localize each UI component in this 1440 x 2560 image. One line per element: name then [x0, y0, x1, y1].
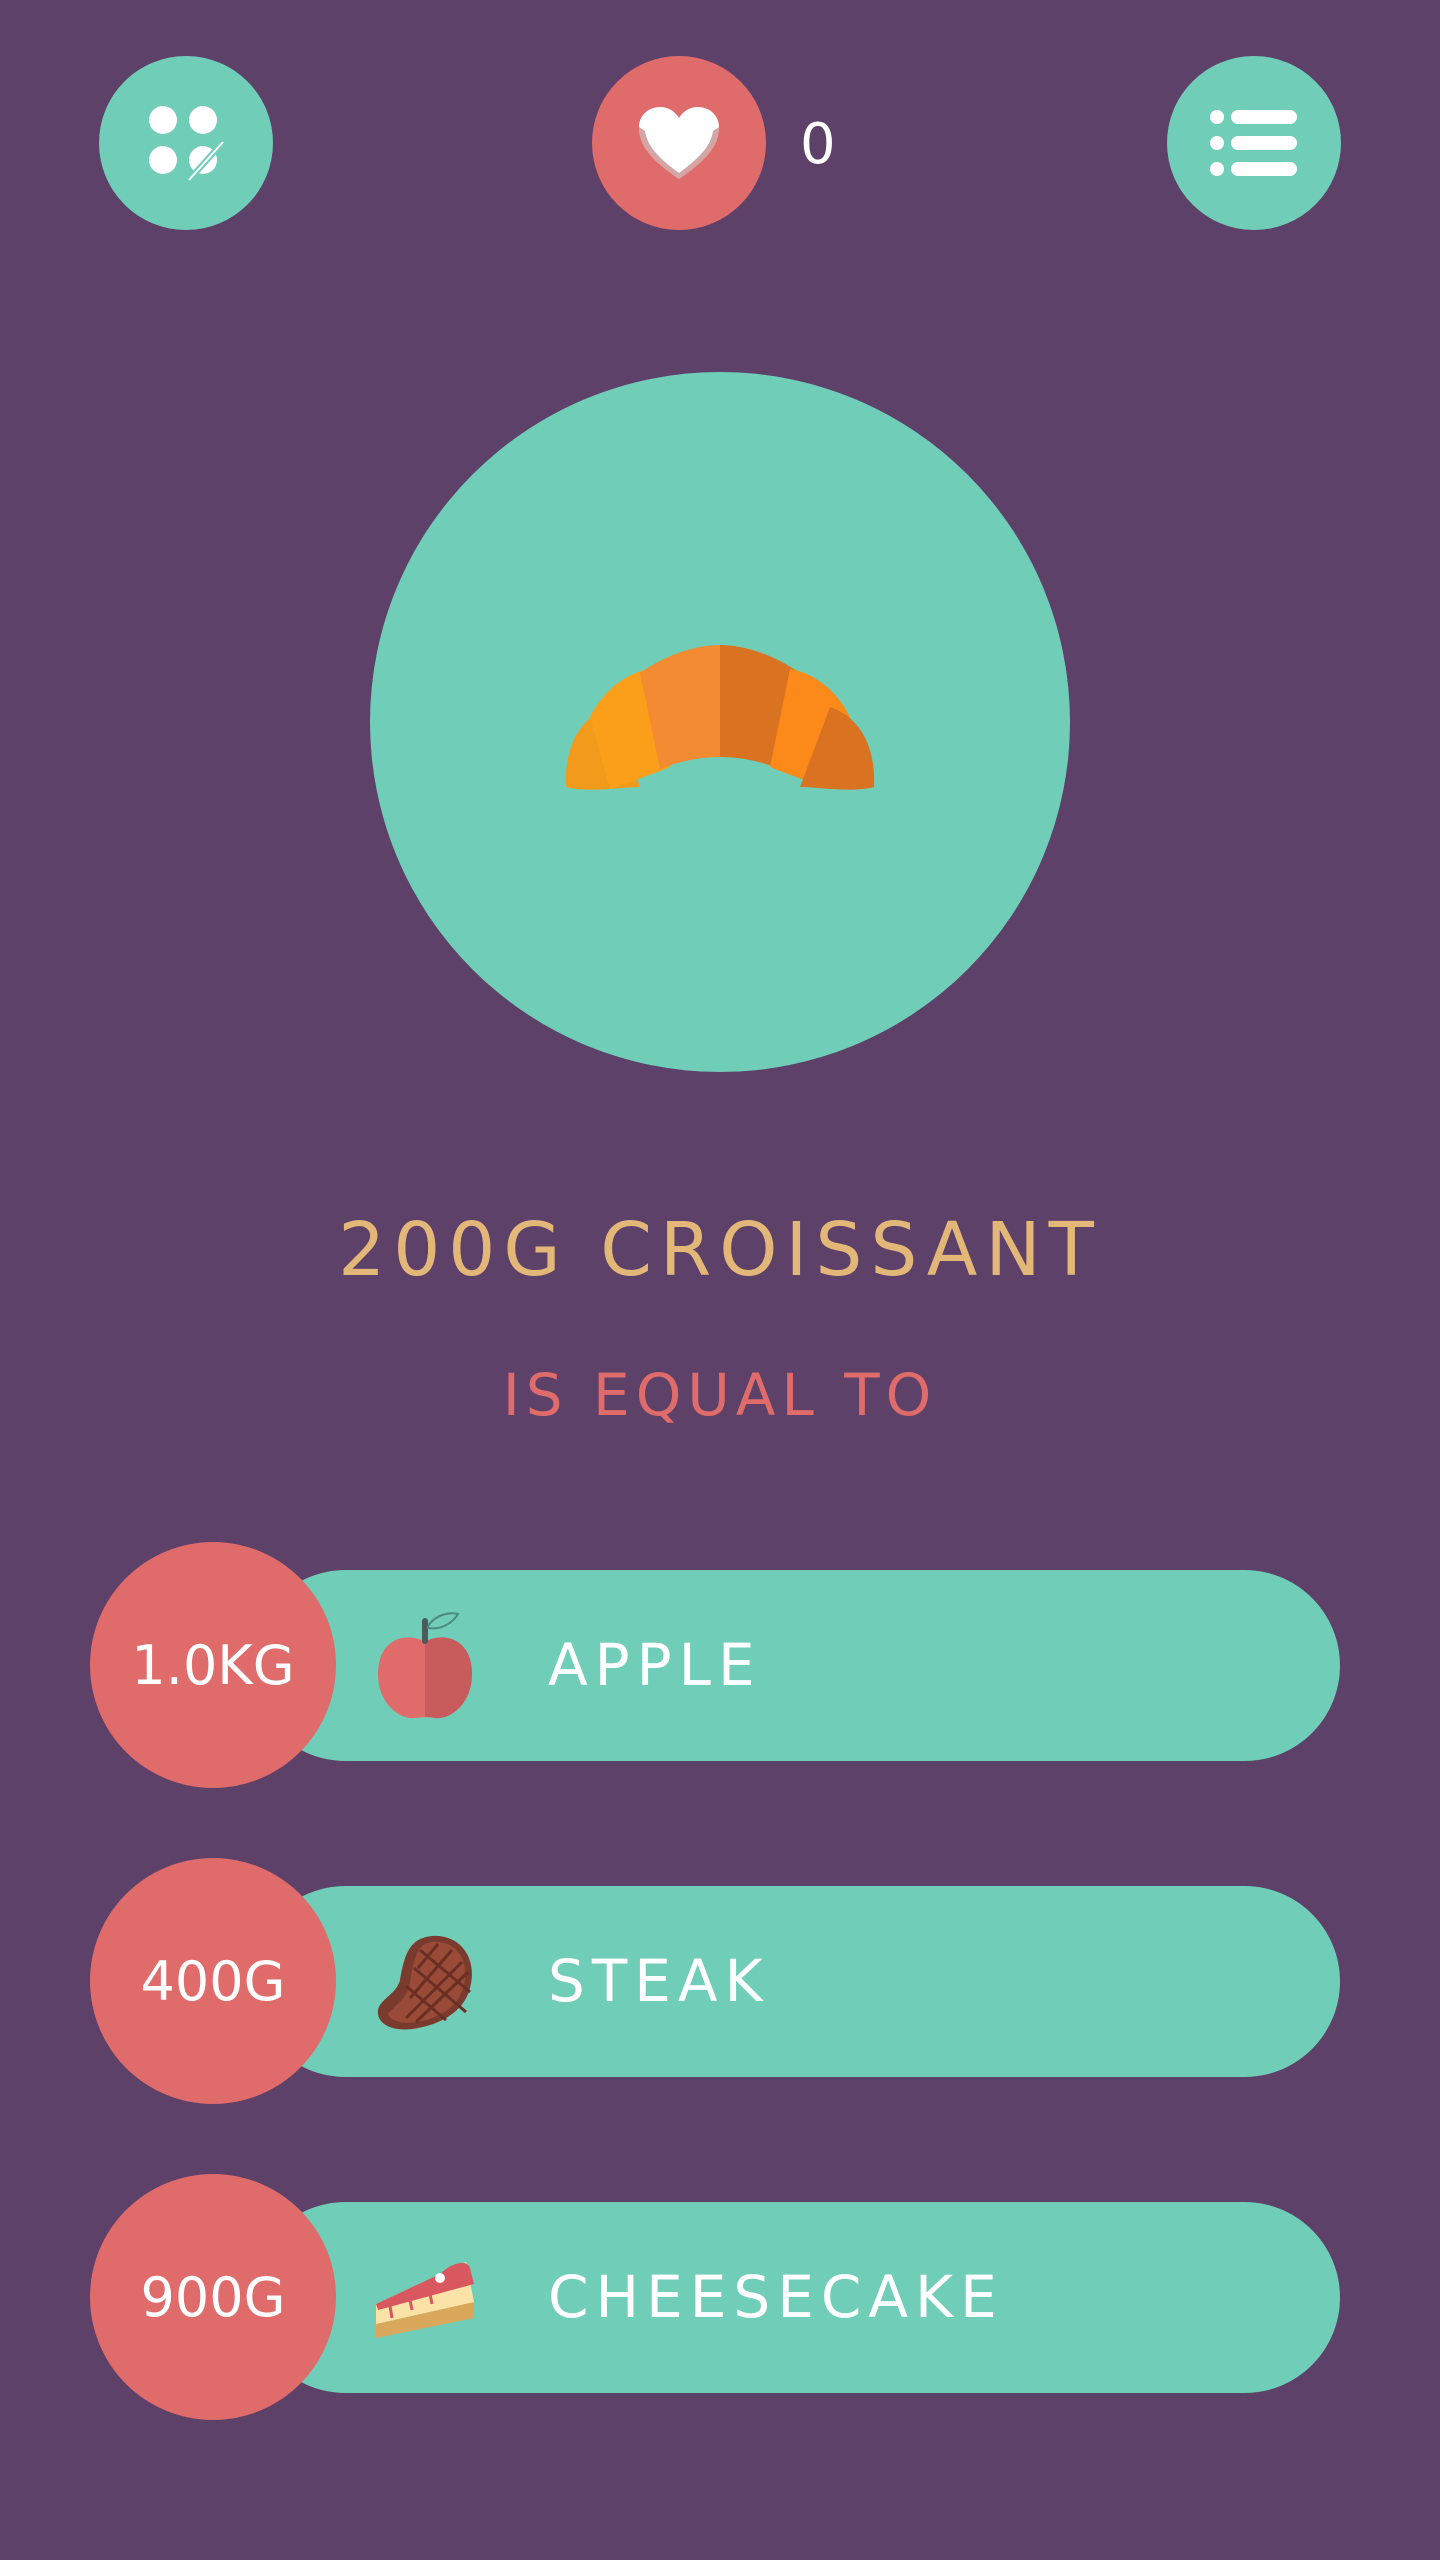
answer-label: STEAK [548, 1947, 770, 2015]
favorite-button[interactable] [592, 56, 766, 230]
categories-icon [149, 106, 226, 183]
answer-weight-badge: 900G [90, 2174, 336, 2420]
answer-label: APPLE [548, 1631, 762, 1699]
steak-icon [377, 1935, 472, 2030]
answer-option-apple[interactable]: 1.0KG APPLE [90, 1542, 1340, 1788]
likes-count: 0 [800, 112, 836, 177]
list-icon [1210, 110, 1297, 176]
question-headline: 200G CROISSANT [338, 1207, 1102, 1293]
featured-food-circle [370, 372, 1070, 1072]
categories-button[interactable] [99, 56, 273, 230]
heart-icon [639, 107, 719, 179]
cheesecake-icon [376, 2262, 474, 2338]
question-subline: IS EQUAL TO [502, 1361, 938, 1429]
answer-weight-badge: 1.0KG [90, 1542, 336, 1788]
answer-label: CHEESECAKE [548, 2263, 1004, 2331]
croissant-icon [565, 645, 875, 790]
answer-weight-badge: 400G [90, 1858, 336, 2104]
answer-option-cheesecake[interactable]: 900G CHEESECAKE [90, 2174, 1340, 2420]
apple-icon [378, 1612, 472, 1719]
answer-option-steak[interactable]: 400G STEAK [90, 1858, 1340, 2104]
menu-button[interactable] [1167, 56, 1341, 230]
